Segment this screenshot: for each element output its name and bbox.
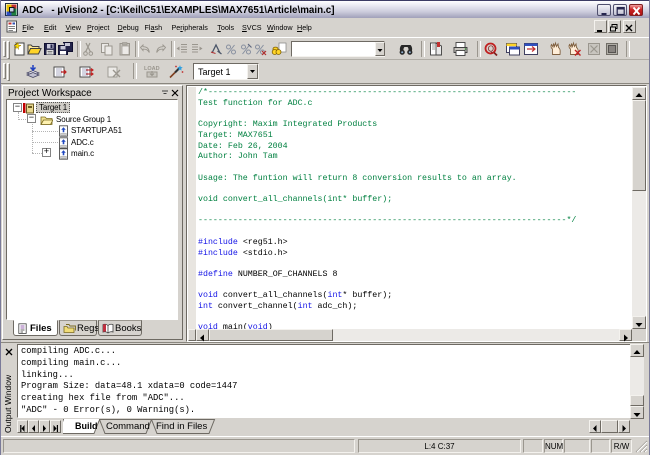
svg-text:Q: Q (488, 44, 494, 53)
